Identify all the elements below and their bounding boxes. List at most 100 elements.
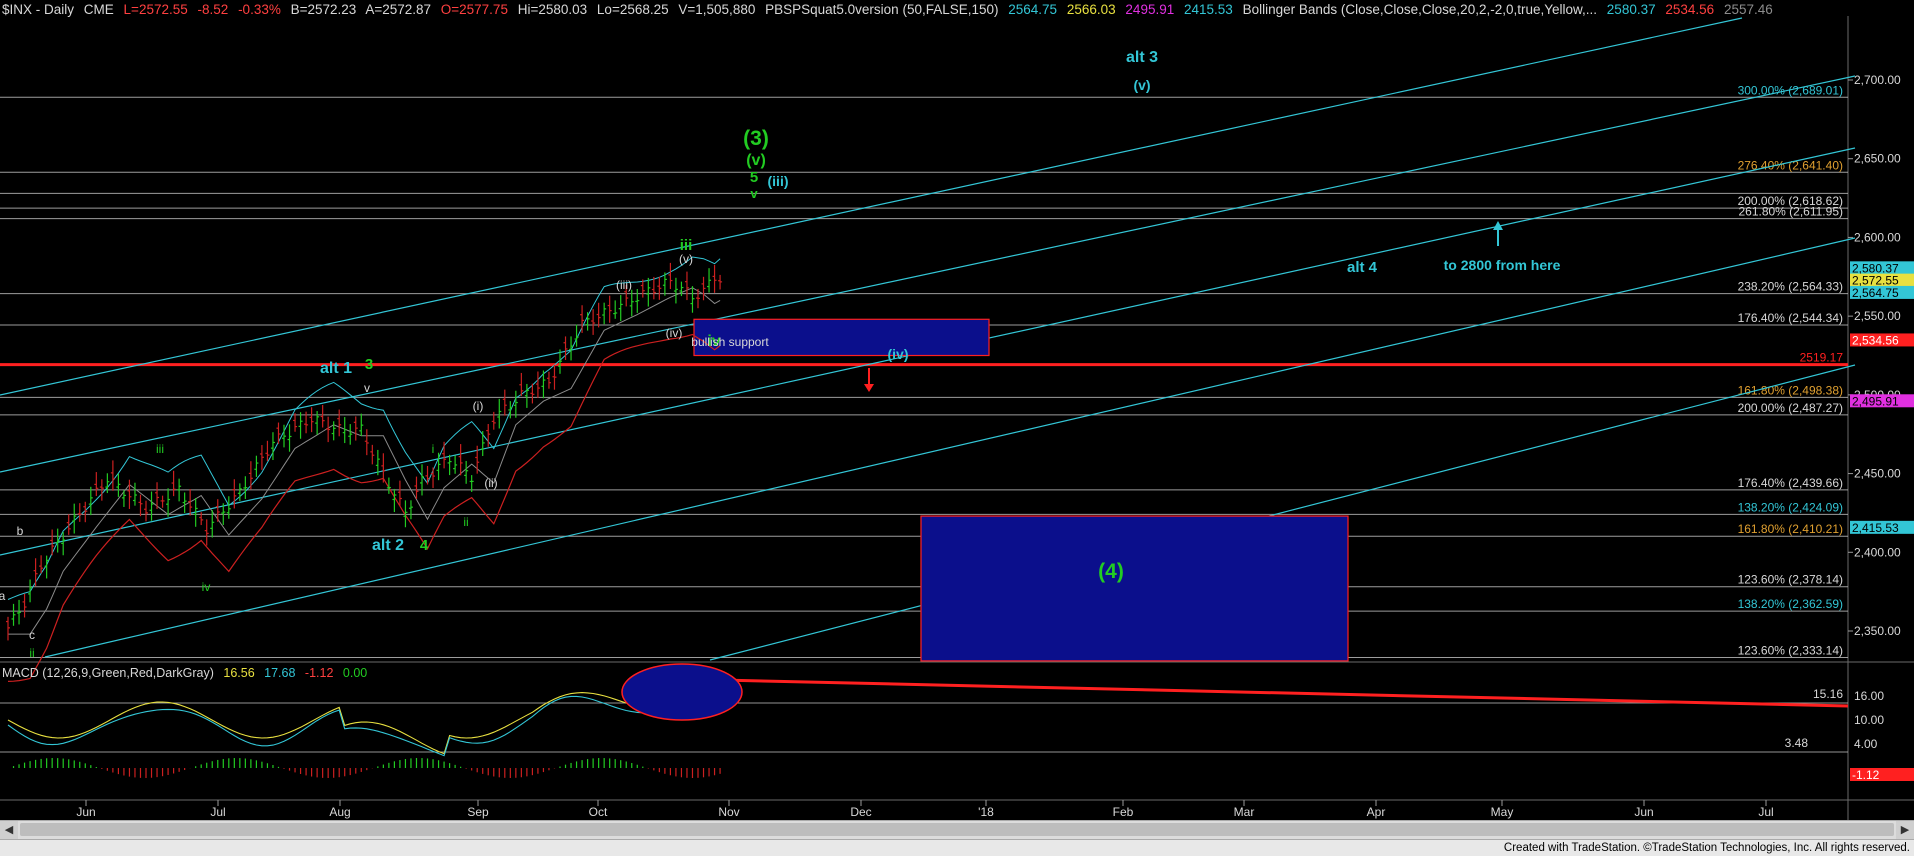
x-tick-label: Jun	[76, 805, 95, 819]
scroll-thumb[interactable]	[20, 823, 1894, 836]
price-marker-label: 2,534.56	[1852, 333, 1899, 347]
x-tick-label: Nov	[718, 805, 739, 819]
footer-credit: Created with TradeStation. ©TradeStation…	[1503, 842, 1910, 854]
macd-signal-value: 17.68	[264, 666, 296, 680]
bollinger-value-3: 2557.46	[1723, 2, 1773, 17]
wave-label: v	[750, 186, 758, 201]
macd-divergence-ellipse	[621, 663, 743, 721]
fib-level-label: 261.80% (2,611.95)	[1738, 205, 1843, 219]
channel-line	[0, 75, 1856, 473]
fib-level-label: 176.40% (2,544.34)	[1738, 311, 1843, 325]
change-value: -8.52	[197, 2, 229, 17]
y-tick-label: 2,550.00	[1854, 309, 1901, 323]
chart-window: 300.00% (2,689.01)276.40% (2,641.40)200.…	[0, 0, 1914, 856]
macd-header: MACD (12,26,9,Green,Red,DarkGray) 16.56 …	[2, 666, 373, 680]
wave-label: alt 3	[1126, 49, 1158, 66]
down-arrow-icon	[864, 384, 874, 392]
wave-label: c	[29, 628, 35, 642]
study-value-2: 2566.03	[1066, 2, 1116, 17]
wave-label: b	[17, 524, 24, 538]
macd-trend-line	[719, 678, 1849, 708]
wave-label: (3)	[743, 127, 769, 150]
y-tick-label: 2,650.00	[1854, 152, 1901, 166]
wave-label: alt 1	[320, 360, 352, 377]
wave-label: ii	[463, 515, 468, 529]
x-tick-label: Feb	[1113, 805, 1134, 819]
macd-diff-value: -1.12	[304, 666, 334, 680]
y-tick-label: 2,700.00	[1854, 73, 1901, 87]
change-percent: -0.33%	[238, 2, 281, 17]
macd-value: 16.56	[223, 666, 255, 680]
wave-label: (v)	[746, 152, 766, 169]
wave-label: iii	[156, 442, 164, 456]
fib-level-label: 238.20% (2,564.33)	[1738, 280, 1843, 294]
macd-tick-label: 10.00	[1854, 713, 1884, 727]
x-tick-label: Jul	[1758, 805, 1773, 819]
fib-level-label: 138.20% (2,424.09)	[1738, 500, 1843, 514]
open-price: O=2577.75	[440, 2, 508, 17]
ask-price: A=2572.87	[365, 2, 431, 17]
symbol-label: $INX - Daily	[2, 2, 75, 17]
bollinger-value-2: 2534.56	[1665, 2, 1715, 17]
wave-label: a	[0, 589, 6, 603]
macd-marker-label: -1.12	[1852, 768, 1880, 782]
macd-level-label: 15.16	[1813, 687, 1843, 701]
macd-tick-label: 4.00	[1854, 737, 1878, 751]
x-tick-label: Apr	[1367, 805, 1386, 819]
scroll-left-icon[interactable]: ◀	[0, 821, 18, 839]
wave-label: (v)	[679, 252, 693, 266]
macd-label: MACD (12,26,9,Green,Red,DarkGray)	[2, 666, 214, 680]
macd-zero-value: 0.00	[342, 666, 368, 680]
wave-label: (i)	[473, 399, 484, 413]
scroll-right-icon[interactable]: ▶	[1896, 821, 1914, 839]
wave-label: v	[364, 381, 370, 395]
fib-level-label: 161.80% (2,498.38)	[1738, 383, 1843, 397]
price-marker-label: 2,415.53	[1852, 521, 1899, 535]
chart-header: $INX - Daily CME L=2572.55 -8.52 -0.33% …	[2, 2, 1779, 17]
bollinger-upper-line	[7, 256, 721, 600]
macd-histogram	[12, 758, 721, 778]
bollinger-mid-line	[8, 287, 721, 635]
price-chart[interactable]: 300.00% (2,689.01)276.40% (2,641.40)200.…	[0, 0, 1914, 856]
y-tick-label: 2,350.00	[1854, 624, 1901, 638]
x-tick-label: Sep	[467, 805, 489, 819]
study-label: PBSPSquat5.0version (50,FALSE,150)	[765, 2, 999, 17]
fib-level-label: 2519.17	[1800, 351, 1844, 365]
wave-label: (iv)	[666, 326, 683, 340]
footer-bar: Created with TradeStation. ©TradeStation…	[0, 840, 1914, 856]
x-tick-label: Mar	[1234, 805, 1255, 819]
fib-level-label: 138.20% (2,362.59)	[1738, 597, 1843, 611]
wave-label: alt 2	[372, 537, 404, 554]
fib-level-label: 123.60% (2,378.14)	[1738, 573, 1843, 587]
high-price: Hi=2580.03	[517, 2, 588, 17]
price-marker-label: 2,495.91	[1852, 394, 1899, 408]
x-tick-label: Aug	[329, 805, 350, 819]
price-marker-label: 2,564.75	[1852, 286, 1899, 300]
study-value-3: 2495.91	[1125, 2, 1175, 17]
wave-label: ii	[29, 646, 34, 660]
x-tick-label: May	[1491, 805, 1514, 819]
wave-label: 3	[365, 356, 373, 373]
y-tick-label: 2,450.00	[1854, 467, 1901, 481]
fib-level-label: 200.00% (2,487.27)	[1738, 401, 1843, 415]
price-bars	[6, 262, 723, 641]
x-tick-label: Jun	[1634, 805, 1653, 819]
x-tick-label: Dec	[850, 805, 871, 819]
wave-label: (4)	[1098, 560, 1124, 583]
horizontal-scrollbar[interactable]: ◀ ▶	[0, 820, 1914, 840]
last-price: L=2572.55	[123, 2, 188, 17]
x-tick-label: Oct	[589, 805, 608, 819]
wave-label: bullish support	[691, 335, 769, 349]
wave-label: i	[432, 442, 435, 456]
study-value-4: 2415.53	[1184, 2, 1233, 17]
low-price: Lo=2568.25	[596, 2, 669, 17]
x-tick-label: '18	[978, 805, 994, 819]
wave-label: 5	[750, 169, 758, 186]
wave-label: (iv)	[888, 346, 909, 362]
volume: V=1,505,880	[678, 2, 756, 17]
wave-label: alt 4	[1347, 259, 1378, 276]
fib-level-label: 161.80% (2,410.21)	[1738, 522, 1843, 536]
macd-tick-label: 16.00	[1854, 689, 1884, 703]
bollinger-value-1: 2580.37	[1606, 2, 1656, 17]
bid-price: B=2572.23	[290, 2, 357, 17]
